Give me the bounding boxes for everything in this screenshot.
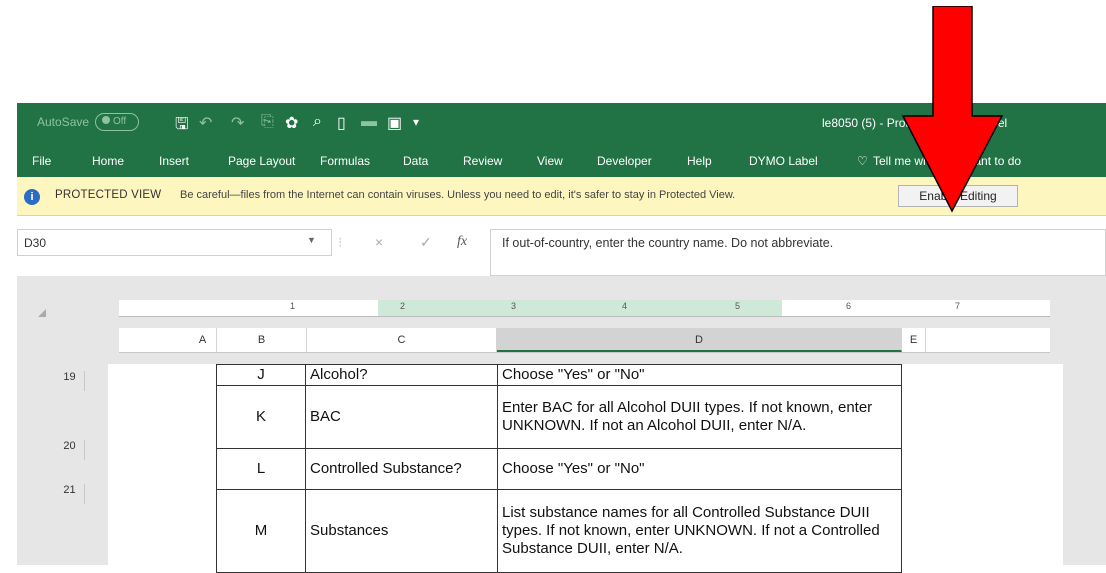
protected-view-label: PROTECTED VIEW [55, 189, 162, 201]
redo-icon[interactable]: ↷ [231, 113, 244, 133]
cell-c[interactable]: BAC [305, 385, 498, 449]
ruler-number: 2 [400, 301, 406, 311]
table-row: J Alcohol? Choose "Yes" or "No" [216, 364, 902, 386]
table-row: L Controlled Substance? Choose "Yes" or … [216, 448, 902, 490]
undo-icon[interactable]: ↶ [199, 113, 212, 133]
column-header-e[interactable]: E [902, 328, 926, 352]
row-header-19[interactable]: 19 [55, 371, 85, 391]
red-arrow-icon [901, 6, 1004, 213]
ruler-number: 4 [622, 301, 628, 311]
shield-icon: i [24, 189, 40, 205]
row-header-21[interactable]: 21 [55, 484, 85, 504]
customize-qat-icon[interactable]: ▾ [413, 115, 419, 129]
formula-buttons: ⁝ × ✓ fx [332, 229, 490, 256]
select-all-corner[interactable] [38, 309, 46, 317]
insert-function-icon[interactable]: fx [457, 234, 467, 250]
cancel-icon[interactable]: × [375, 234, 383, 250]
column-header-d[interactable]: D [497, 328, 902, 352]
tab-file[interactable]: File [32, 154, 51, 168]
tab-insert[interactable]: Insert [159, 154, 189, 168]
open-folder-icon[interactable]: ▬ [361, 113, 377, 131]
ruler-number: 6 [846, 301, 852, 311]
tab-view[interactable]: View [537, 154, 563, 168]
ruler-number: 7 [955, 301, 961, 311]
autosave-toggle[interactable]: Off [95, 113, 139, 131]
cell-b[interactable]: L [216, 448, 306, 490]
column-header-c[interactable]: C [307, 328, 497, 352]
cell-d[interactable]: Choose "Yes" or "No" [497, 364, 902, 386]
ruler-highlight [378, 300, 782, 316]
tab-data[interactable]: Data [403, 154, 428, 168]
ruler-number: 5 [735, 301, 741, 311]
enter-icon[interactable]: ✓ [420, 234, 432, 251]
tab-dymo-label[interactable]: DYMO Label [749, 154, 818, 168]
formula-input[interactable]: If out-of-country, enter the country nam… [490, 229, 1106, 276]
lightbulb-icon: ♡ [857, 154, 868, 168]
cell-d[interactable]: Enter BAC for all Alcohol DUII types. If… [497, 385, 902, 449]
name-box-value: D30 [24, 236, 47, 250]
save-icon[interactable]: 🖫 [175, 113, 189, 140]
cell-b[interactable]: K [216, 385, 306, 449]
more-dots-icon: ⁝ [338, 234, 343, 250]
ruler-number: 3 [511, 301, 517, 311]
format-painter-icon[interactable]: ✿ [285, 113, 298, 133]
tab-home[interactable]: Home [92, 154, 124, 168]
tab-help[interactable]: Help [687, 154, 712, 168]
row-header-20[interactable]: 20 [55, 440, 85, 460]
formula-text: If out-of-country, enter the country nam… [502, 236, 834, 250]
save-as-icon[interactable]: ▣ [387, 113, 402, 133]
autosave-label: AutoSave [37, 115, 90, 129]
table-row: M Substances List substance names for al… [216, 489, 902, 573]
column-header-a[interactable]: A [189, 328, 217, 352]
name-box[interactable]: D30 ▼ [17, 229, 332, 256]
cell-b[interactable]: J [216, 364, 306, 386]
print-preview-icon[interactable]: ⌕ [313, 113, 322, 131]
cell-d[interactable]: List substance names for all Controlled … [497, 489, 902, 573]
tab-review[interactable]: Review [463, 154, 502, 168]
cell-b[interactable]: M [216, 489, 306, 573]
new-document-icon[interactable]: ▯ [337, 113, 346, 133]
tab-page-layout[interactable]: Page Layout [228, 154, 295, 168]
ruler-number: 1 [290, 301, 296, 311]
cell-c[interactable]: Controlled Substance? [305, 448, 498, 490]
protected-view-message: Be careful—files from the Internet can c… [180, 189, 736, 201]
cell-d[interactable]: Choose "Yes" or "No" [497, 448, 902, 490]
autosave-state: Off [113, 116, 127, 127]
column-header-b[interactable]: B [217, 328, 307, 352]
paste-icon[interactable]: ⎘ [261, 113, 274, 131]
cell-c[interactable]: Substances [305, 489, 498, 573]
table-row: K BAC Enter BAC for all Alcohol DUII typ… [216, 385, 902, 449]
tab-developer[interactable]: Developer [597, 154, 652, 168]
data-table: J Alcohol? Choose "Yes" or "No" K BAC En… [216, 364, 902, 573]
cell-c[interactable]: Alcohol? [305, 364, 498, 386]
tab-formulas[interactable]: Formulas [320, 154, 370, 168]
chevron-down-icon[interactable]: ▼ [307, 235, 316, 245]
